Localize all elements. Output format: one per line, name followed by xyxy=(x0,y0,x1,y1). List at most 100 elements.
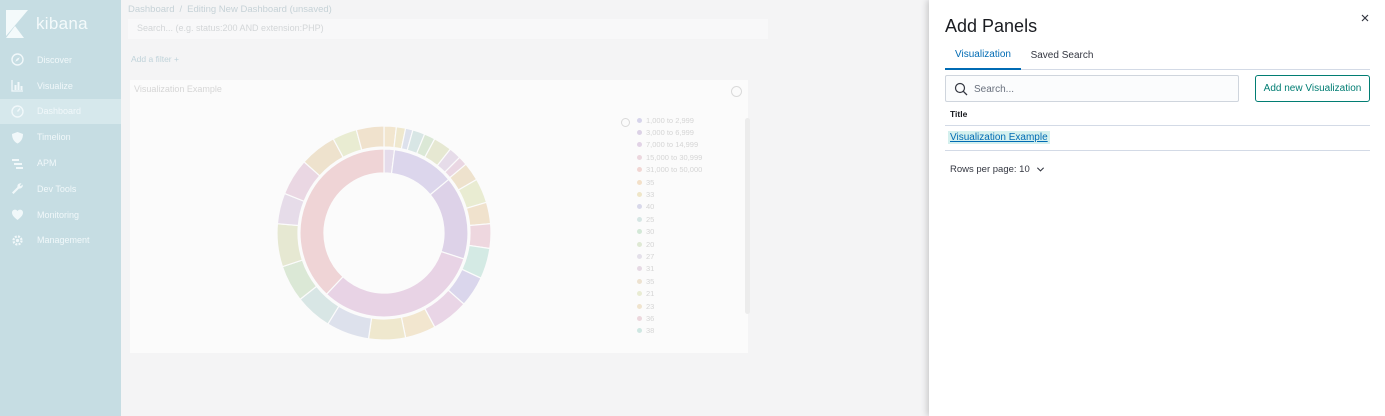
legend-swatch xyxy=(637,266,642,272)
legend-item[interactable]: 27 xyxy=(623,250,733,262)
legend-label: 20 xyxy=(646,239,655,249)
legend-label: 31,000 to 50,000 xyxy=(646,165,703,175)
legend-label: 33 xyxy=(646,190,655,200)
tab-visualization[interactable]: Visualization xyxy=(945,41,1021,70)
sidebar: kibana Discover Visualize Dashboard Timelio… xyxy=(0,0,121,416)
legend-item[interactable]: 33 xyxy=(623,188,733,200)
legend-swatch xyxy=(637,142,642,148)
sidebar-item-label: Visualize xyxy=(37,80,73,91)
outer-ring-slice[interactable] xyxy=(355,126,385,151)
search-icon xyxy=(954,82,968,96)
sidebar-item-label: Timelion xyxy=(37,132,71,143)
heartbeat-icon xyxy=(11,208,24,221)
legend-label: 27 xyxy=(646,251,655,261)
legend-item[interactable]: 7,000 to 14,999 xyxy=(623,139,733,151)
compass-icon xyxy=(11,53,24,67)
table-divider xyxy=(945,125,1370,126)
add-new-visualization-button[interactable]: Add new Visualization xyxy=(1255,75,1370,102)
sidebar-item-apm[interactable]: APM xyxy=(0,150,121,176)
legend-label: 40 xyxy=(646,202,655,212)
app-name: kibana xyxy=(36,14,88,33)
sidebar-item-timelion[interactable]: Timelion xyxy=(0,124,121,150)
add-filter-link[interactable]: Add a filter + xyxy=(131,54,179,64)
sidebar-item-label: Dashboard xyxy=(37,106,82,117)
sidebar-item-visualize[interactable]: Visualize xyxy=(0,73,121,99)
legend-swatch xyxy=(637,167,642,173)
rows-per-page-label: Rows per page: 10 xyxy=(950,164,1030,175)
legend-item[interactable]: 23 xyxy=(623,300,733,312)
add-panels-flyout: Add Panels Visualization Saved Search Ad… xyxy=(929,0,1385,416)
panel-gear-icon[interactable] xyxy=(731,86,742,97)
legend-label: 15,000 to 30,999 xyxy=(646,152,703,162)
kibana-logo[interactable]: kibana xyxy=(6,8,88,40)
outer-ring-slice[interactable] xyxy=(468,223,491,250)
legend-swatch xyxy=(637,216,642,222)
legend-label: 36 xyxy=(646,313,655,323)
legend-label: 38 xyxy=(646,326,655,336)
legend-label: 35 xyxy=(646,276,655,286)
search-input[interactable] xyxy=(974,80,1224,98)
sidebar-item-monitoring[interactable]: Monitoring xyxy=(0,202,121,228)
sidebar-item-label: Dev Tools xyxy=(37,183,77,194)
legend-label: 21 xyxy=(646,289,655,299)
legend-item[interactable]: 1,000 to 2,999 xyxy=(623,114,733,126)
close-icon[interactable] xyxy=(1358,11,1372,25)
legend-item[interactable]: 3,000 to 6,999 xyxy=(623,126,733,138)
legend-item[interactable]: 31 xyxy=(623,263,733,275)
panel-title: Visualization Example xyxy=(134,84,222,94)
sidebar-item-dashboard[interactable]: Dashboard xyxy=(0,98,121,125)
legend-item[interactable]: 30 xyxy=(623,226,733,238)
legend-item[interactable]: 35 xyxy=(623,176,733,188)
apm-icon xyxy=(11,157,24,170)
legend-swatch xyxy=(637,154,642,160)
legend-item[interactable]: 36 xyxy=(623,312,733,324)
legend-swatch xyxy=(637,303,642,309)
legend-item[interactable]: 25 xyxy=(623,213,733,225)
sidebar-item-management[interactable]: Management xyxy=(0,228,121,254)
legend-item[interactable]: 31,000 to 50,000 xyxy=(623,164,733,176)
donut-chart xyxy=(277,126,491,340)
legend-label: 23 xyxy=(646,301,655,311)
sidebar-item-label: APM xyxy=(37,158,57,169)
sidebar-item-discover[interactable]: Discover xyxy=(0,47,121,73)
visualization-panel: Visualization Example 1,000 to 2,999 3,00… xyxy=(130,80,750,353)
bar-chart-icon xyxy=(11,79,24,92)
legend-label: 3,000 to 6,999 xyxy=(646,128,694,138)
tab-saved-search[interactable]: Saved Search xyxy=(1025,41,1099,70)
app-root: kibana Discover Visualize Dashboard Timelio… xyxy=(0,0,1385,416)
breadcrumb-separator: / xyxy=(179,4,183,15)
dashboard-icon xyxy=(11,105,24,118)
legend-item[interactable]: 15,000 to 30,999 xyxy=(623,151,733,163)
sidebar-item-label: Monitoring xyxy=(37,209,80,220)
rows-per-page-button[interactable]: Rows per page: 10 xyxy=(950,164,1045,175)
legend-swatch xyxy=(637,278,642,284)
legend-swatch xyxy=(637,291,642,297)
legend-item[interactable]: 20 xyxy=(623,238,733,250)
legend-toggle-icon[interactable] xyxy=(621,118,630,127)
legend-item[interactable]: 35 xyxy=(623,275,733,287)
search-field[interactable] xyxy=(945,75,1239,102)
legend-label: 30 xyxy=(646,227,655,237)
outer-ring-slice[interactable] xyxy=(367,316,407,340)
legend-label: 7,000 to 14,999 xyxy=(646,140,699,150)
breadcrumb-root[interactable]: Dashboard xyxy=(128,4,174,15)
dashboard-area: Dashboard / Editing New Dashboard (unsaved… xyxy=(121,0,929,416)
flyout-tabs: Visualization Saved Search xyxy=(945,41,1370,70)
legend-item[interactable]: 40 xyxy=(623,201,733,213)
sidebar-item-dev-tools[interactable]: Dev Tools xyxy=(0,176,121,202)
legend-item[interactable]: 21 xyxy=(623,287,733,299)
legend-label: 1,000 to 2,999 xyxy=(646,115,694,125)
chart-legend: 1,000 to 2,999 3,000 to 6,999 7,000 to 14,… xyxy=(621,114,733,337)
outer-ring-slice[interactable] xyxy=(277,223,304,268)
query-bar[interactable]: Search... (e.g. status:200 AND extension… xyxy=(128,19,768,39)
query-placeholder: Search... (e.g. status:200 AND extension… xyxy=(137,23,324,33)
legend-label: 25 xyxy=(646,214,655,224)
table-row-link[interactable]: Visualization Example xyxy=(948,131,1050,144)
sidebar-item-label: Discover xyxy=(37,54,73,65)
legend-item[interactable]: 38 xyxy=(623,325,733,337)
sidebar-nav: Discover Visualize Dashboard Timelion APM Dev… xyxy=(0,47,121,253)
legend-scrollbar[interactable] xyxy=(745,118,750,314)
title-column-header[interactable]: Title xyxy=(950,109,967,119)
breadcrumb-current: Editing New Dashboard (unsaved) xyxy=(187,4,332,15)
chevron-down-icon xyxy=(1036,167,1044,172)
